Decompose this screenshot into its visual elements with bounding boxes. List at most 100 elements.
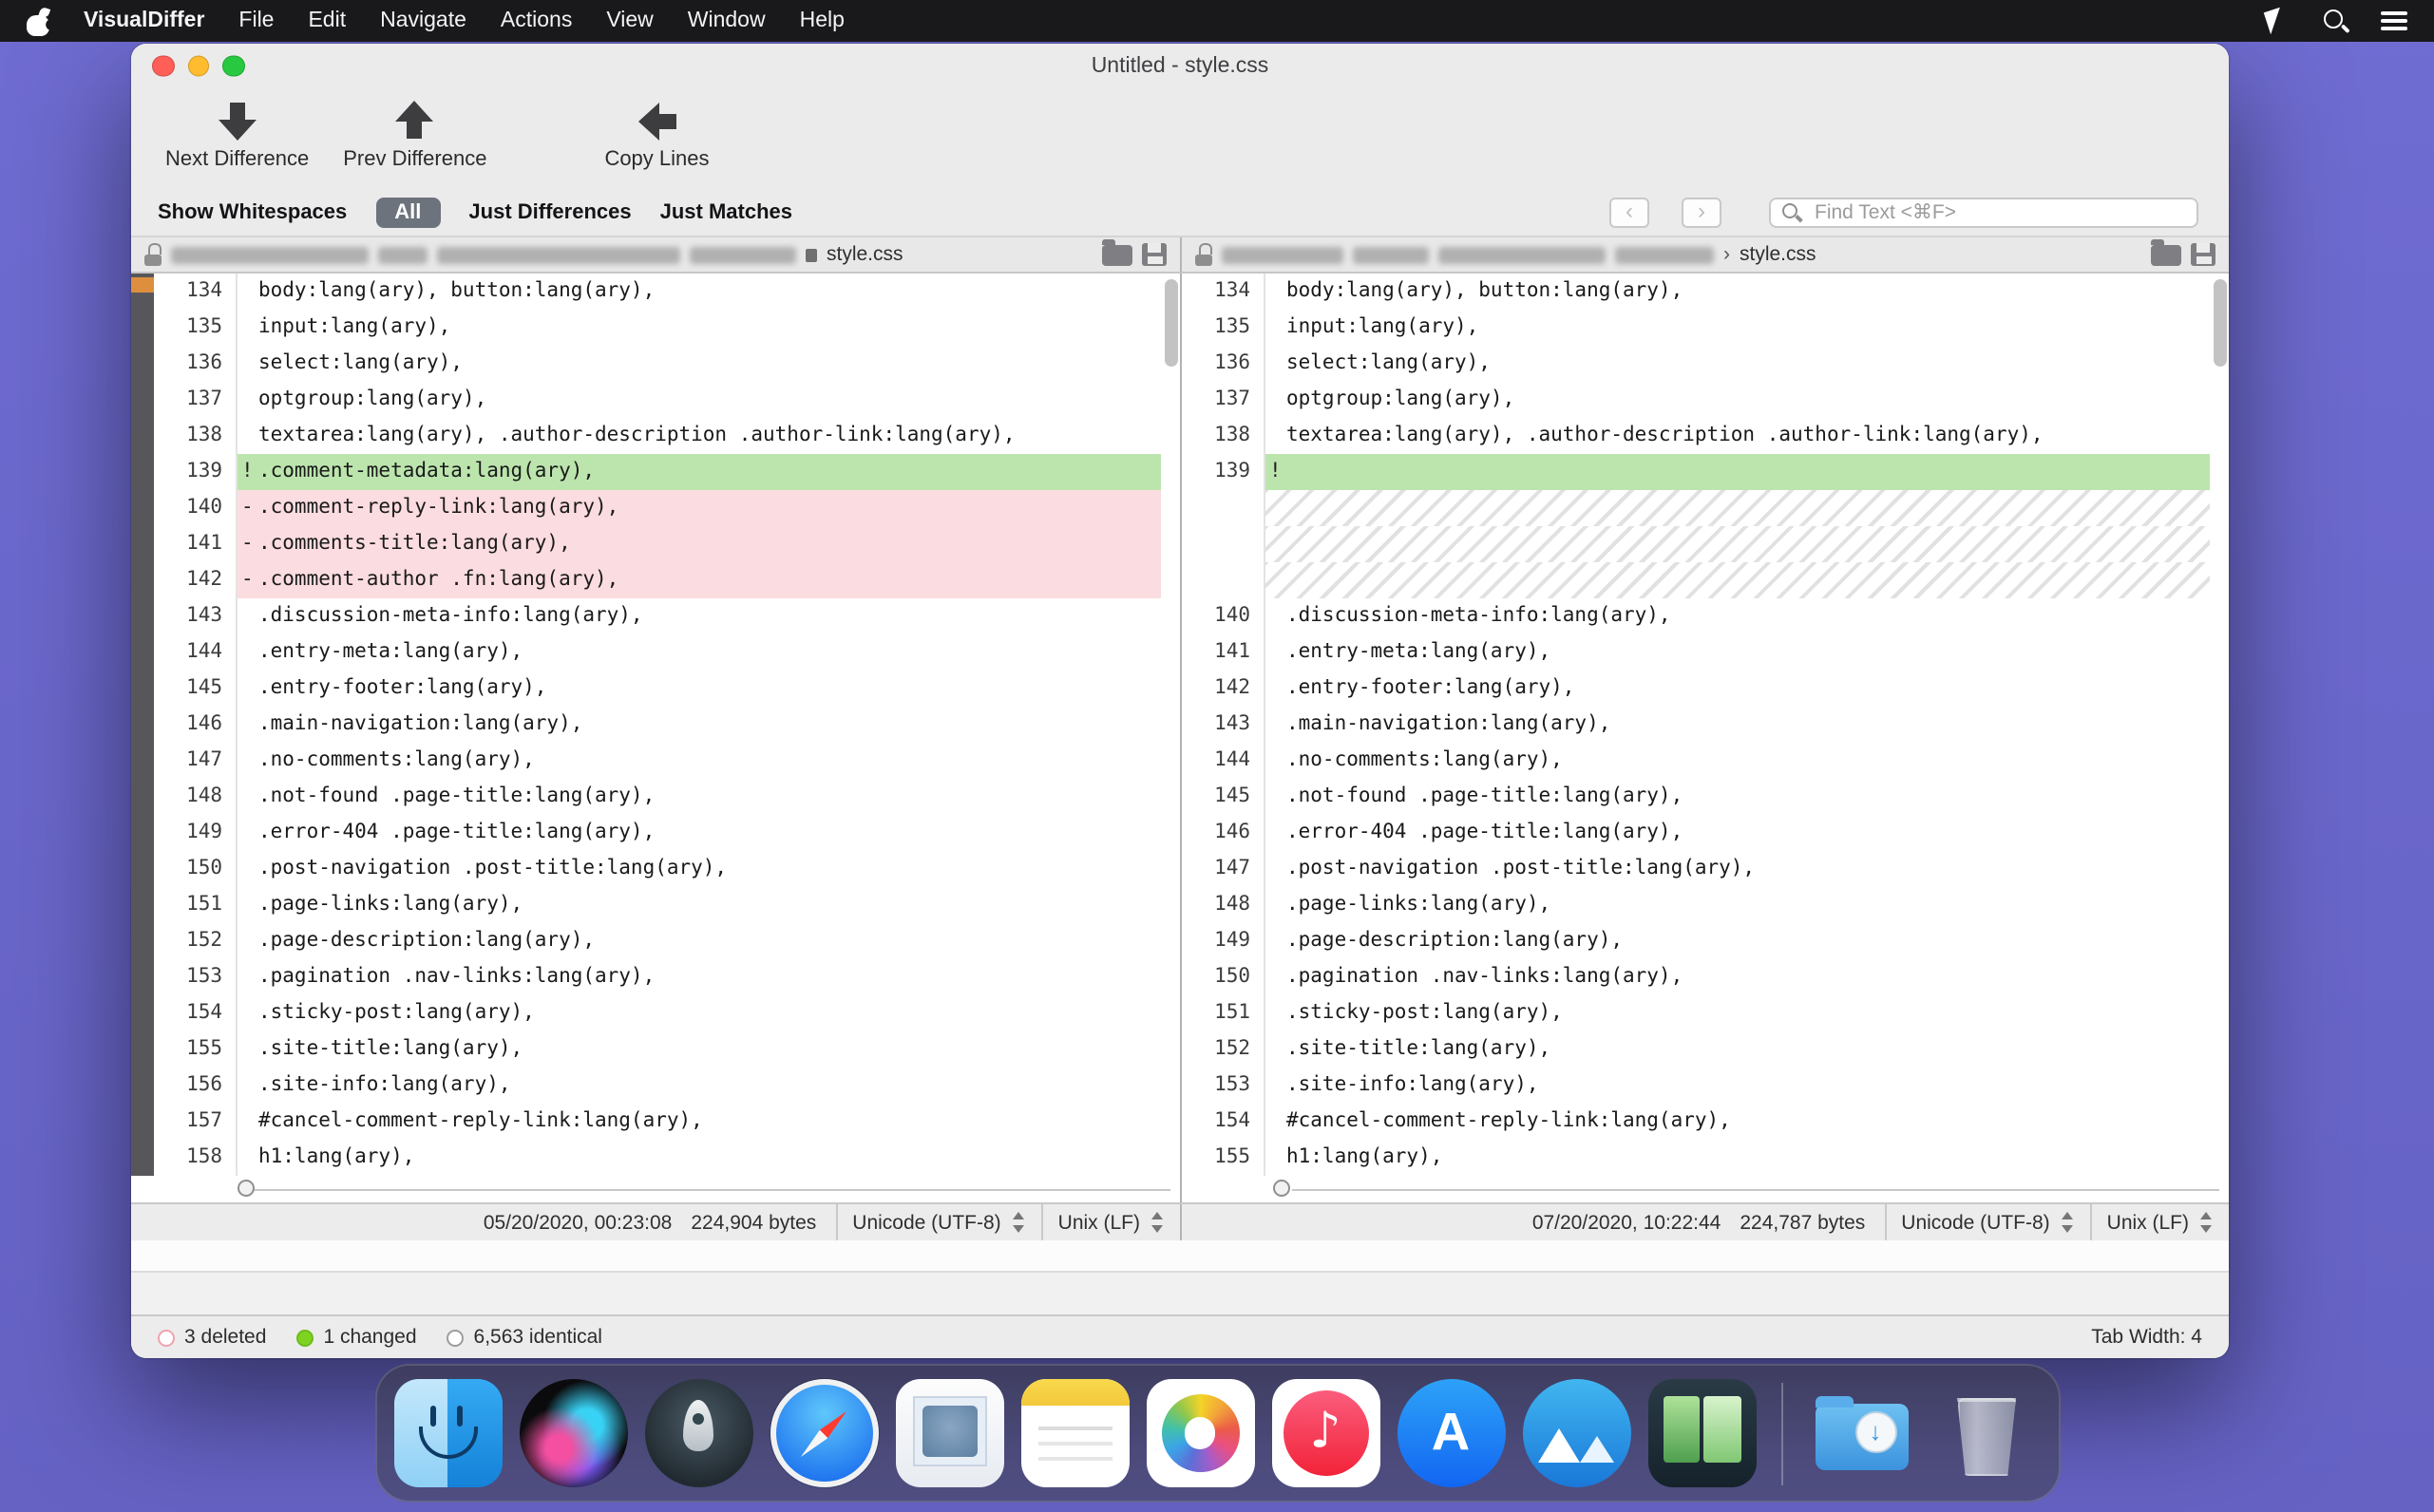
diff-line-same[interactable]: 145.not-found .page-title:lang(ary),: [1182, 779, 2210, 815]
diff-line-same[interactable]: 143.main-navigation:lang(ary),: [1182, 707, 2210, 743]
title-bar[interactable]: Untitled - style.css: [131, 44, 2229, 87]
diff-line-same[interactable]: 147.post-navigation .post-title:lang(ary…: [1182, 851, 2210, 887]
segment-all[interactable]: All: [375, 198, 440, 228]
left-file-name[interactable]: style.css: [827, 243, 903, 266]
segment-just-differences[interactable]: Just Differences: [468, 201, 631, 224]
find-text-field[interactable]: [1769, 198, 2198, 228]
diff-line-same[interactable]: 137optgroup:lang(ary),: [1182, 382, 2210, 418]
diff-line-same[interactable]: 143.discussion-meta-info:lang(ary),: [154, 598, 1161, 634]
right-file-name[interactable]: style.css: [1740, 243, 1816, 266]
diff-line-same[interactable]: 136select:lang(ary),: [154, 346, 1161, 382]
vertical-scrollbar-thumb[interactable]: [1164, 279, 1177, 367]
diff-line-same[interactable]: 136select:lang(ary),: [1182, 346, 2210, 382]
menu-item-view[interactable]: View: [606, 9, 653, 32]
diff-line-same[interactable]: 150.pagination .nav-links:lang(ary),: [1182, 959, 2210, 995]
show-whitespaces-button[interactable]: Show Whitespaces: [158, 201, 347, 224]
diff-line-same[interactable]: 141.entry-meta:lang(ary),: [1182, 634, 2210, 671]
menu-item-actions[interactable]: Actions: [501, 9, 572, 32]
diff-line-same[interactable]: 147.no-comments:lang(ary),: [154, 743, 1161, 779]
diff-line-same[interactable]: 151.page-links:lang(ary),: [154, 887, 1161, 923]
minimize-button[interactable]: [187, 55, 209, 77]
right-horizontal-scrollbar[interactable]: [1180, 1176, 2229, 1202]
menu-app-name[interactable]: VisualDiffer: [84, 9, 204, 32]
diff-line-gap[interactable]: [1182, 490, 2210, 526]
save-button[interactable]: [1142, 243, 1167, 266]
diff-line-same[interactable]: 156.site-info:lang(ary),: [154, 1068, 1161, 1104]
diff-line-gap[interactable]: [1182, 526, 2210, 562]
diff-line-same[interactable]: 135input:lang(ary),: [1182, 310, 2210, 346]
lock-icon[interactable]: [1195, 243, 1212, 266]
diff-line-same[interactable]: 149.error-404 .page-title:lang(ary),: [154, 815, 1161, 851]
diff-line-same[interactable]: 151.sticky-post:lang(ary),: [1182, 995, 2210, 1031]
diff-line-same[interactable]: 134body:lang(ary), button:lang(ary),: [1182, 274, 2210, 310]
prev-difference-button[interactable]: Prev Difference: [343, 101, 486, 171]
safari-dock-icon[interactable]: [770, 1379, 878, 1487]
right-code-column[interactable]: 134body:lang(ary), button:lang(ary),135i…: [1182, 274, 2210, 1176]
horizontal-scrollbar-thumb[interactable]: [238, 1180, 255, 1197]
diff-line-same[interactable]: 134body:lang(ary), button:lang(ary),: [154, 274, 1161, 310]
photos-dock-icon[interactable]: [1146, 1379, 1254, 1487]
diff-line-same[interactable]: 157#cancel-comment-reply-link:lang(ary),: [154, 1104, 1161, 1140]
siri-dock-icon[interactable]: [519, 1379, 627, 1487]
app-store-dock-icon[interactable]: [1397, 1379, 1505, 1487]
diff-line-deleted[interactable]: 140-.comment-reply-link:lang(ary),: [154, 490, 1161, 526]
diff-overview-map[interactable]: [131, 274, 154, 1176]
diff-line-same[interactable]: 153.site-info:lang(ary),: [1182, 1068, 2210, 1104]
line-ending-select[interactable]: Unix (LF): [1041, 1204, 1180, 1240]
diff-line-same[interactable]: 149.page-description:lang(ary),: [1182, 923, 2210, 959]
diff-line-deleted[interactable]: 142-.comment-author .fn:lang(ary),: [154, 562, 1161, 598]
finder-dock-icon[interactable]: [393, 1379, 502, 1487]
diff-line-same[interactable]: 144.no-comments:lang(ary),: [1182, 743, 2210, 779]
mail-dock-icon[interactable]: [895, 1379, 1003, 1487]
vertical-scrollbar-thumb[interactable]: [2213, 279, 2226, 367]
diff-line-deleted[interactable]: 141-.comments-title:lang(ary),: [154, 526, 1161, 562]
menu-item-edit[interactable]: Edit: [308, 9, 346, 32]
diff-line-same[interactable]: 152.page-description:lang(ary),: [154, 923, 1161, 959]
horizontal-scrollbar-thumb[interactable]: [1273, 1180, 1290, 1197]
diff-line-same[interactable]: 137optgroup:lang(ary),: [154, 382, 1161, 418]
encoding-select[interactable]: Unicode (UTF-8): [1884, 1204, 2089, 1240]
lock-icon[interactable]: [144, 243, 162, 266]
visualdiffer-dock-icon[interactable]: [1647, 1379, 1756, 1487]
downloads-dock-icon[interactable]: [1807, 1379, 1915, 1487]
pointer-icon[interactable]: [2263, 8, 2290, 34]
left-code-column[interactable]: 134body:lang(ary), button:lang(ary),135i…: [154, 274, 1161, 1176]
diff-line-same[interactable]: 146.error-404 .page-title:lang(ary),: [1182, 815, 2210, 851]
encoding-select[interactable]: Unicode (UTF-8): [835, 1204, 1040, 1240]
save-button[interactable]: [2191, 243, 2215, 266]
next-difference-button[interactable]: Next Difference: [165, 101, 309, 171]
left-vertical-scrollbar[interactable]: [1161, 274, 1180, 1176]
apple-menu-icon[interactable]: [27, 7, 49, 35]
diff-line-same[interactable]: 140.discussion-meta-info:lang(ary),: [1182, 598, 2210, 634]
menu-item-file[interactable]: File: [238, 9, 274, 32]
left-horizontal-scrollbar[interactable]: [131, 1176, 1180, 1202]
copy-lines-button[interactable]: Copy Lines: [604, 101, 709, 171]
diff-line-same[interactable]: 138textarea:lang(ary), .author-descripti…: [1182, 418, 2210, 454]
find-next-button[interactable]: ›: [1682, 198, 1721, 228]
notes-dock-icon[interactable]: [1020, 1379, 1129, 1487]
menu-item-navigate[interactable]: Navigate: [380, 9, 466, 32]
diff-line-gap[interactable]: [1182, 562, 2210, 598]
diff-line-same[interactable]: 146.main-navigation:lang(ary),: [154, 707, 1161, 743]
right-vertical-scrollbar[interactable]: [2210, 274, 2229, 1176]
diff-line-same[interactable]: 144.entry-meta:lang(ary),: [154, 634, 1161, 671]
diff-line-same[interactable]: 155.site-title:lang(ary),: [154, 1031, 1161, 1068]
diff-line-same[interactable]: 142.entry-footer:lang(ary),: [1182, 671, 2210, 707]
trash-dock-icon[interactable]: [1932, 1379, 2041, 1487]
music-dock-icon[interactable]: [1271, 1379, 1379, 1487]
menu-item-window[interactable]: Window: [688, 9, 766, 32]
find-previous-button[interactable]: ‹: [1609, 198, 1649, 228]
diff-line-same[interactable]: 150.post-navigation .post-title:lang(ary…: [154, 851, 1161, 887]
launchpad-dock-icon[interactable]: [644, 1379, 752, 1487]
spotlight-search-icon[interactable]: [2322, 8, 2348, 34]
diff-line-same[interactable]: 138textarea:lang(ary), .author-descripti…: [154, 418, 1161, 454]
diff-line-same[interactable]: 145.entry-footer:lang(ary),: [154, 671, 1161, 707]
segment-just-matches[interactable]: Just Matches: [660, 201, 792, 224]
reveal-folder-button[interactable]: [2151, 244, 2181, 265]
list-icon[interactable]: [2381, 9, 2407, 32]
zoom-button[interactable]: [222, 55, 244, 77]
reveal-folder-button[interactable]: [1102, 244, 1132, 265]
diff-line-changed[interactable]: 139!.comment-metadata:lang(ary),: [154, 454, 1161, 490]
diff-line-same[interactable]: 158h1:lang(ary),: [154, 1140, 1161, 1176]
search-input[interactable]: [1811, 199, 2185, 226]
